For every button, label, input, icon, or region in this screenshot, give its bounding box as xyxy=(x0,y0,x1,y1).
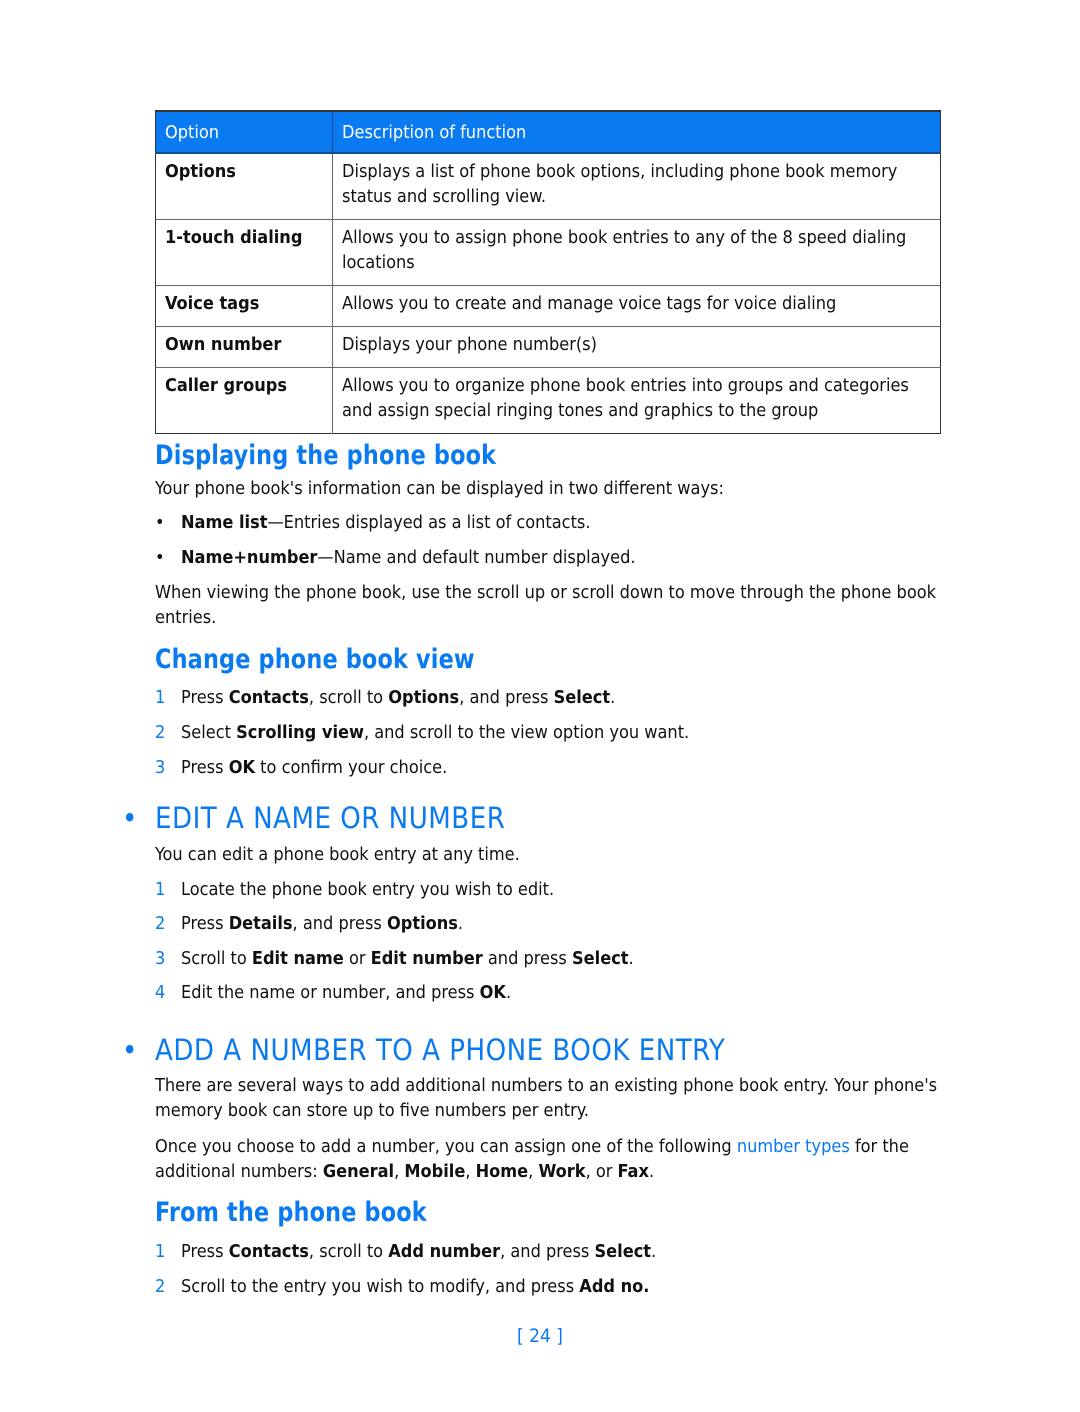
table-row: Options Displays a list of phone book opt… xyxy=(155,152,941,220)
table-row: 1-touch dialing Allows you to assign phon… xyxy=(155,219,941,286)
add-number-para-2: Once you choose to add a number, you can… xyxy=(155,1136,909,1182)
displaying-note: When viewing the phone book, use the scr… xyxy=(155,582,937,628)
table-row: Caller groups Allows you to organize phon… xyxy=(155,367,941,434)
displaying-intro: Your phone book's information can be dis… xyxy=(155,478,724,499)
description-cell: Allows you to assign phone book entries … xyxy=(332,219,941,286)
manual-page: Option Description of function Options Di… xyxy=(0,0,1080,1412)
bullet-item: • Name+number—Name and default number dis… xyxy=(155,547,636,568)
table-row: Own number Displays your phone number(s) xyxy=(155,326,941,368)
step-item: 3 Press OK to confirm your choice. xyxy=(155,757,448,778)
options-table: Option Description of function Options Di… xyxy=(155,110,941,434)
number-types-link[interactable]: number types xyxy=(737,1136,850,1157)
description-cell: Allows you to organize phone book entrie… xyxy=(332,367,941,434)
bullet-icon: • xyxy=(155,512,165,533)
step-item: 1 Press Contacts, scroll to Add number, a… xyxy=(155,1241,657,1262)
option-cell: Options xyxy=(155,152,333,220)
table-header-row: Option Description of function xyxy=(155,111,941,154)
page-number: [ 24 ] xyxy=(517,1325,563,1347)
step-item: 1 Press Contacts, scroll to Options, and … xyxy=(155,687,616,708)
bullet-icon: • xyxy=(155,547,165,568)
description-cell: Displays a list of phone book options, i… xyxy=(332,152,941,220)
column-header-description: Description of function xyxy=(332,111,941,154)
option-cell: Caller groups xyxy=(155,367,333,434)
column-header-option: Option xyxy=(155,111,333,154)
section-title-add-number: • ADD A NUMBER TO A PHONE BOOK ENTRY xyxy=(122,1033,726,1067)
option-cell: Voice tags xyxy=(155,285,333,327)
add-number-para-1: There are several ways to add additional… xyxy=(155,1075,938,1121)
bullet-icon: • xyxy=(122,801,138,835)
step-item: 3 Scroll to Edit name or Edit number and … xyxy=(155,948,634,969)
step-item: 2 Select Scrolling view, and scroll to th… xyxy=(155,722,690,743)
step-item: 1 Locate the phone book entry you wish to… xyxy=(155,879,555,900)
description-cell: Displays your phone number(s) xyxy=(332,326,941,368)
step-item: 4 Edit the name or number, and press OK. xyxy=(155,982,512,1003)
option-cell: Own number xyxy=(155,326,333,368)
section-title-from-phone-book: From the phone book xyxy=(155,1197,427,1228)
section-title-displaying: Displaying the phone book xyxy=(155,440,497,471)
bullet-item: • Name list—Entries displayed as a list o… xyxy=(155,512,591,533)
section-title-edit: • EDIT A NAME OR NUMBER xyxy=(122,801,506,835)
description-cell: Allows you to create and manage voice ta… xyxy=(332,285,941,327)
step-item: 2 Press Details, and press Options. xyxy=(155,913,464,934)
edit-intro: You can edit a phone book entry at any t… xyxy=(155,844,520,865)
table-row: Voice tags Allows you to create and manag… xyxy=(155,285,941,327)
step-item: 2 Scroll to the entry you wish to modify,… xyxy=(155,1276,650,1297)
option-cell: 1-touch dialing xyxy=(155,219,333,286)
section-title-change-view: Change phone book view xyxy=(155,644,475,675)
bullet-icon: • xyxy=(122,1033,138,1067)
